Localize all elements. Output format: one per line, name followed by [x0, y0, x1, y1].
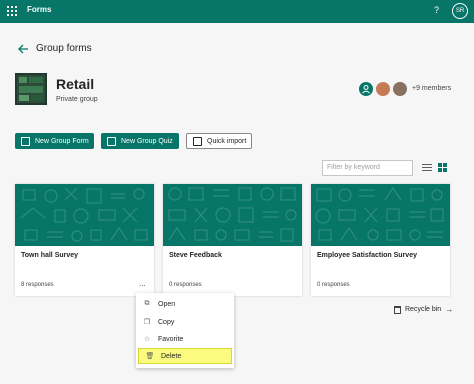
quick-import-label: Quick import [207, 137, 247, 145]
back-arrow-icon[interactable] [16, 42, 30, 56]
menu-item-label: Delete [161, 352, 182, 360]
menu-item-open[interactable]: ⧉ Open [136, 296, 234, 312]
filter-input[interactable]: Filter by keyword [322, 160, 413, 176]
menu-item-delete[interactable]: 🗑 Delete [138, 348, 232, 364]
quick-import-button[interactable]: Quick import [186, 133, 252, 149]
form-card[interactable]: Town hall Survey 8 responses ... [15, 184, 154, 296]
star-icon: ☆ [143, 336, 151, 343]
menu-item-label: Open [158, 300, 176, 308]
more-options-icon[interactable]: ... [139, 279, 146, 288]
recycle-bin-icon [394, 305, 401, 314]
grid-view-icon[interactable] [438, 163, 447, 172]
app-name[interactable]: Forms [27, 5, 51, 14]
members-count[interactable]: +9 members [412, 85, 451, 92]
card-title: Town hall Survey [21, 252, 79, 259]
app-launcher-icon[interactable] [7, 6, 17, 16]
member-avatar[interactable] [376, 82, 390, 96]
trash-icon: 🗑 [145, 353, 155, 360]
form-icon [21, 136, 30, 146]
menu-item-label: Copy [158, 318, 175, 326]
card-banner [311, 184, 450, 246]
menu-item-favorite[interactable]: ☆ Favorite [136, 331, 234, 347]
new-group-form-button[interactable]: New Group Form [15, 133, 94, 149]
recycle-bin-link[interactable]: Recycle bin → [394, 305, 453, 314]
form-card[interactable]: Steve Feedback 0 responses [163, 184, 302, 296]
open-icon: ⧉ [144, 300, 150, 307]
help-icon[interactable]: ? [434, 5, 439, 15]
group-privacy: Private group [56, 96, 98, 103]
card-title: Steve Feedback [169, 252, 222, 259]
group-logo [15, 73, 47, 105]
arrow-right-icon: → [445, 305, 454, 314]
import-icon [193, 136, 202, 146]
card-responses: 8 responses [21, 282, 54, 288]
copy-icon: ❐ [143, 319, 151, 326]
page-title: Group forms [36, 43, 92, 54]
group-name: Retail [56, 76, 95, 92]
quiz-icon [107, 136, 116, 146]
card-banner [163, 184, 302, 246]
card-responses: 0 responses [169, 282, 202, 288]
new-group-quiz-label: New Group Quiz [121, 137, 173, 145]
user-avatar[interactable]: SR [452, 3, 468, 19]
form-card[interactable]: Employee Satisfaction Survey 0 responses [311, 184, 450, 296]
members-icon[interactable] [359, 82, 373, 96]
new-group-form-label: New Group Form [35, 137, 89, 145]
context-menu: ⧉ Open ❐ Copy ☆ Favorite 🗑 Delete [136, 293, 234, 368]
top-bar: Forms ? SR [0, 0, 474, 23]
new-group-quiz-button[interactable]: New Group Quiz [101, 133, 179, 149]
menu-item-copy[interactable]: ❐ Copy [136, 314, 234, 330]
list-view-icon[interactable] [422, 164, 432, 172]
menu-item-label: Favorite [158, 335, 184, 343]
member-avatar[interactable] [393, 82, 407, 96]
recycle-bin-label: Recycle bin [405, 306, 442, 313]
card-banner [15, 184, 154, 246]
card-title: Employee Satisfaction Survey [317, 252, 417, 259]
card-responses: 0 responses [317, 282, 350, 288]
